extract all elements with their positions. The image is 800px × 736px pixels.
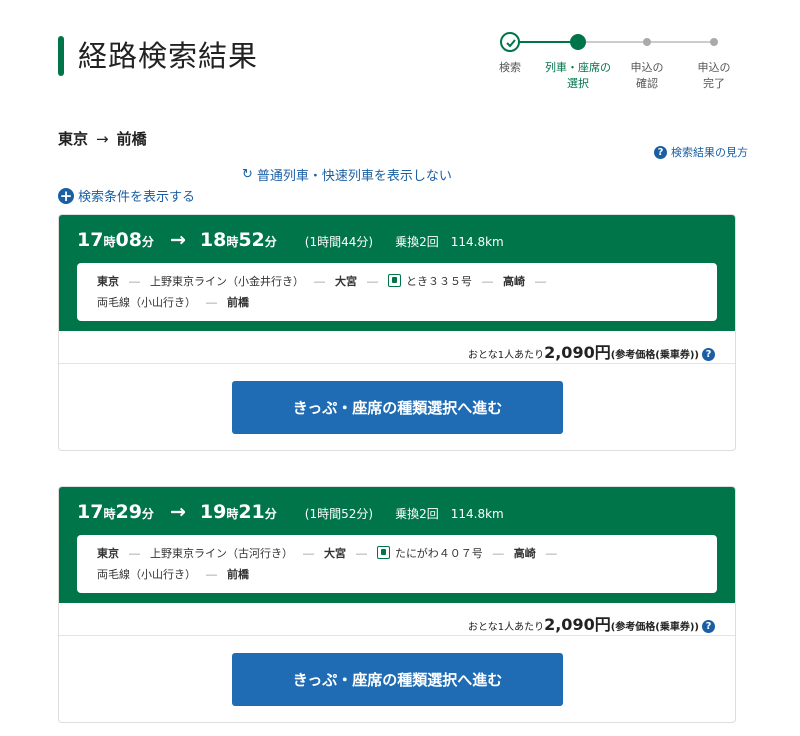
results-help-label: 検索結果の見方 xyxy=(671,146,748,159)
route-detail: 東京 ― 上野東京ライン（古河行き） ― 大宮 ― たにがわ４０７号 ― 高崎 ― 両毛線（小山行… xyxy=(77,535,717,593)
plus-icon: + xyxy=(58,186,74,205)
route-from: 東京 xyxy=(58,130,89,148)
hour-unit: 時 xyxy=(226,507,239,521)
time-arrow: → xyxy=(169,501,186,523)
dep-hour: 17 xyxy=(77,501,104,523)
distance: 114.8km xyxy=(450,507,504,521)
price-prefix: おとな1人あたり xyxy=(468,622,545,633)
check-icon xyxy=(500,32,520,52)
line-name: 両毛線（小山行き） xyxy=(97,568,196,581)
shinkansen-icon xyxy=(377,546,390,559)
price-row: おとな1人あたり2,090円(参考価格(乗車券))? xyxy=(59,603,735,636)
line-name: 上野東京ライン（小金井行き） xyxy=(150,275,304,288)
toggle-label: 普通列車・快速列車を表示しない xyxy=(256,169,452,184)
minute-unit: 分 xyxy=(264,507,277,521)
station: 高崎 xyxy=(503,275,525,288)
line-name: とき３３５号 xyxy=(406,275,472,288)
separator: ― xyxy=(482,275,493,288)
arr-hour: 18 xyxy=(199,229,227,251)
hour-unit: 時 xyxy=(226,235,239,249)
station: 前橋 xyxy=(227,296,249,309)
hour-unit: 時 xyxy=(103,507,116,521)
separator: ― xyxy=(535,275,546,288)
progress-stepper: 検索 列車・座席の 選択 申込の 確認 申込の 完了 xyxy=(480,30,750,100)
search-conditions-label: 検索条件を表示する xyxy=(78,190,196,205)
stepper-line-done xyxy=(510,41,578,43)
price-note: (参考価格(乗車券)) xyxy=(610,350,699,361)
line-name: 両毛線（小山行き） xyxy=(97,296,196,309)
distance: 114.8km xyxy=(450,235,504,249)
price-amount: 2,090円 xyxy=(544,615,611,634)
price-amount: 2,090円 xyxy=(544,343,611,362)
result-card: 17 時 29 分 → 19 時 21 分 (1時間52分) 乗換2回 114.8km 東京… xyxy=(58,486,736,723)
step-dot xyxy=(643,38,651,46)
button-area: きっぷ・座席の種類選択へ進む xyxy=(59,636,735,722)
transfer-count: 乗換2回 xyxy=(395,235,439,249)
price-row: おとな1人あたり2,090円(参考価格(乗車券))? xyxy=(59,331,735,364)
arr-minute: 21 xyxy=(238,501,265,523)
route-arrow: → xyxy=(96,130,109,148)
separator: ― xyxy=(492,547,504,560)
minute-unit: 分 xyxy=(264,235,277,249)
duration: (1時間44分) xyxy=(304,235,374,249)
station: 前橋 xyxy=(227,568,249,581)
proceed-ticket-selection-button[interactable]: きっぷ・座席の種類選択へ進む xyxy=(232,381,563,434)
station: 大宮 xyxy=(324,547,346,560)
title-accent-bar xyxy=(58,36,64,76)
price-prefix: おとな1人あたり xyxy=(468,350,545,361)
separator: ― xyxy=(356,547,367,560)
proceed-ticket-selection-button[interactable]: きっぷ・座席の種類選択へ進む xyxy=(232,653,563,706)
page-title: 経路検索結果 xyxy=(78,39,259,73)
hour-unit: 時 xyxy=(103,235,116,249)
dep-minute: 08 xyxy=(115,229,142,251)
line-name: たにがわ４０７号 xyxy=(395,547,483,560)
separator: ― xyxy=(303,547,314,560)
hide-local-trains-toggle[interactable]: ↻ 普通列車・快速列車を表示しない xyxy=(242,165,452,184)
time-row: 17 時 08 分 → 18 時 52 分 (1時間44分) 乗換2回 114.8km xyxy=(77,229,717,251)
station: 東京 xyxy=(97,547,119,560)
time-arrow: → xyxy=(169,229,186,251)
step-label-search: 検索 xyxy=(499,61,521,74)
station: 高崎 xyxy=(513,547,536,560)
separator: ― xyxy=(314,275,325,288)
station: 東京 xyxy=(97,275,119,288)
step-active-dot xyxy=(570,34,586,50)
question-icon[interactable]: ? xyxy=(702,620,715,633)
separator: ― xyxy=(367,275,378,288)
separator: ― xyxy=(129,547,140,560)
transfer-count: 乗換2回 xyxy=(395,507,439,521)
time-row: 17 時 29 分 → 19 時 21 分 (1時間52分) 乗換2回 114.8km xyxy=(77,501,717,523)
separator: ― xyxy=(206,296,217,309)
show-search-conditions-link[interactable]: + 検索条件を表示する xyxy=(58,186,195,205)
result-card: 17 時 08 分 → 18 時 52 分 (1時間44分) 乗換2回 114.8km 東京… xyxy=(58,214,736,451)
step-label-confirm: 申込の 確認 xyxy=(630,61,664,90)
line-name: 上野東京ライン（古河行き） xyxy=(150,547,293,560)
button-area: きっぷ・座席の種類選択へ進む xyxy=(59,364,735,450)
question-icon[interactable]: ? xyxy=(702,348,715,361)
step-label-select: 列車・座席の 選択 xyxy=(545,61,611,90)
route-summary: 東京 → 前橋 xyxy=(58,128,147,149)
separator: ― xyxy=(545,547,557,560)
result-card-header: 17 時 29 分 → 19 時 21 分 (1時間52分) 乗換2回 114.8km 東京… xyxy=(59,487,735,603)
route-to: 前橋 xyxy=(116,130,147,148)
shinkansen-icon xyxy=(388,274,401,287)
arr-minute: 52 xyxy=(238,229,265,251)
question-icon: ? xyxy=(654,145,667,159)
separator: ― xyxy=(129,275,140,288)
station: 大宮 xyxy=(335,275,357,288)
result-card-header: 17 時 08 分 → 18 時 52 分 (1時間44分) 乗換2回 114.8km 東京… xyxy=(59,215,735,331)
price-note: (参考価格(乗車券)) xyxy=(610,622,699,633)
minute-unit: 分 xyxy=(141,235,154,249)
dep-minute: 29 xyxy=(115,501,142,523)
reload-icon: ↻ xyxy=(242,167,253,182)
dep-hour: 17 xyxy=(77,229,104,251)
separator: ― xyxy=(206,568,217,581)
step-dot xyxy=(710,38,718,46)
route-detail: 東京 ― 上野東京ライン（小金井行き） ― 大宮 ― とき３３５号 ― 高崎 ― 両毛線（小山行き… xyxy=(77,263,717,321)
arr-hour: 19 xyxy=(199,501,227,523)
step-label-complete: 申込の 完了 xyxy=(697,61,731,90)
minute-unit: 分 xyxy=(141,507,154,521)
results-help-link[interactable]: ? 検索結果の見方 xyxy=(654,144,748,160)
duration: (1時間52分) xyxy=(304,507,374,521)
